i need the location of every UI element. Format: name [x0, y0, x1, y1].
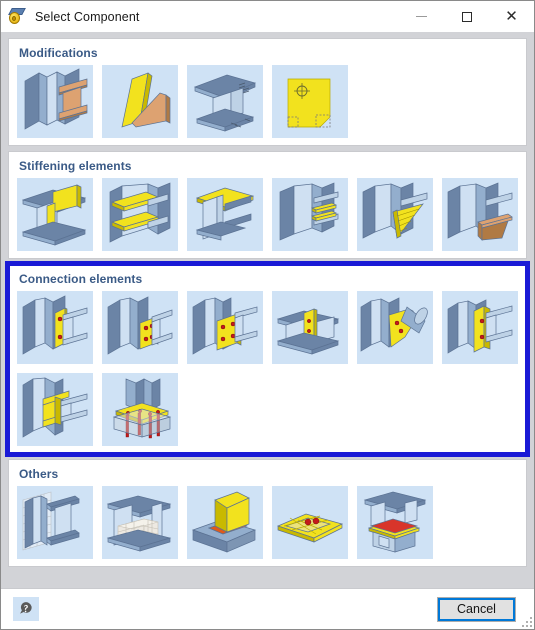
- component-tile-haunch-moment-connection[interactable]: [17, 373, 93, 446]
- maximize-icon[interactable]: [444, 1, 489, 32]
- stiffener-haunch-yellow: [362, 182, 428, 239]
- component-tile-double-beam-web-plate[interactable]: [272, 291, 348, 364]
- stiffener-vertical-plate: [21, 184, 87, 246]
- component-tile-beam-notch-coping[interactable]: [187, 65, 263, 138]
- connection-end-plate-2bolt: [22, 295, 88, 355]
- connection-tube-gusset: [360, 297, 428, 352]
- section-stiffening-elements: Stiffening elements: [8, 151, 527, 259]
- window-controls: ✕: [399, 1, 534, 32]
- window-title: Select Component: [35, 9, 140, 24]
- connection-haunch-moment: [22, 377, 88, 438]
- other-plate-top-view: [277, 513, 343, 543]
- component-tile-horizontal-stiffeners-pair[interactable]: [102, 178, 178, 251]
- component-tile-angle-cleat-connection[interactable]: [442, 291, 518, 364]
- stiffener-haunch-brown: [447, 182, 513, 241]
- other-wall-mesh-beam: [22, 491, 80, 551]
- tile-grid-modifications: [17, 65, 518, 138]
- component-tile-end-plate-connection-8-bolts[interactable]: [187, 291, 263, 364]
- modification-skewed-plates: [121, 72, 171, 128]
- section-others: Others: [8, 459, 527, 567]
- tile-grid-connection-elements: [17, 291, 518, 446]
- tile-grid-others: [17, 486, 518, 559]
- component-tile-bracket-support-beam[interactable]: [357, 486, 433, 559]
- modification-beam-coping: [193, 74, 257, 132]
- component-tile-column-base-plate-anchors[interactable]: [102, 373, 178, 446]
- component-tile-wall-embedded-beam[interactable]: [17, 486, 93, 559]
- component-tile-multi-stiffener-ribs[interactable]: [272, 178, 348, 251]
- dialog-footer: Cancel: [1, 588, 534, 629]
- connection-end-plate-8bolt: [192, 297, 258, 355]
- component-tile-plate-hole-contour[interactable]: [272, 65, 348, 138]
- select-component-dialog: Select Component ✕ Modifications Stiffen…: [0, 0, 535, 630]
- connection-angle-cleat: [447, 299, 513, 354]
- section-title-modifications: Modifications: [19, 46, 98, 60]
- section-title-stiffening-elements: Stiffening elements: [19, 159, 132, 173]
- section-title-connection-elements: Connection elements: [19, 272, 143, 286]
- component-tile-web-stiffener-vertical[interactable]: [17, 178, 93, 251]
- help-question-icon[interactable]: [13, 597, 39, 621]
- section-connection-elements: Connection elements: [5, 261, 530, 457]
- other-weld-seam: [191, 491, 257, 553]
- section-title-others: Others: [19, 467, 59, 481]
- component-tile-base-plate-top-view[interactable]: [272, 486, 348, 559]
- component-tile-tube-gusset-connection[interactable]: [357, 291, 433, 364]
- modification-plate-hole: [287, 78, 331, 128]
- connection-base-plate-anchors: [112, 378, 172, 439]
- other-concrete-block: [106, 495, 172, 552]
- component-tile-haunch-stiffener-triangular[interactable]: [357, 178, 433, 251]
- stiffener-horizontal-pair: [109, 182, 171, 243]
- modification-beam-column-brown: [24, 68, 88, 130]
- resize-grip-icon[interactable]: [520, 615, 532, 627]
- stiffener-ribs-stack: [279, 182, 339, 241]
- component-tile-welded-seam-detail[interactable]: [187, 486, 263, 559]
- section-modifications: Modifications: [8, 38, 527, 146]
- component-tile-fin-plate-connection-4-bolts[interactable]: [102, 291, 178, 364]
- cancel-button[interactable]: Cancel: [437, 596, 516, 622]
- component-tile-haunch-stiffener-brown[interactable]: [442, 178, 518, 251]
- minimize-icon[interactable]: [399, 1, 444, 32]
- connection-fin-plate-4bolt: [107, 296, 173, 355]
- component-icon: [8, 7, 28, 27]
- component-tile-end-plate-connection-2-bolts[interactable]: [17, 291, 93, 364]
- title-bar[interactable]: Select Component ✕: [1, 1, 534, 32]
- stiffener-cap-plate: [195, 187, 255, 241]
- component-tile-plate-skewed-cut[interactable]: [102, 65, 178, 138]
- component-tile-concrete-block-beam[interactable]: [102, 486, 178, 559]
- connection-double-beam-plate: [276, 308, 340, 355]
- tile-grid-stiffening-elements: [17, 178, 518, 251]
- close-icon[interactable]: ✕: [489, 1, 534, 32]
- component-tile-flange-cap-plate[interactable]: [187, 178, 263, 251]
- component-sections-area: Modifications Stiffening elements Connec…: [1, 32, 534, 588]
- component-tile-beam-cut-to-column[interactable]: [17, 65, 93, 138]
- other-bracket-support: [363, 491, 427, 553]
